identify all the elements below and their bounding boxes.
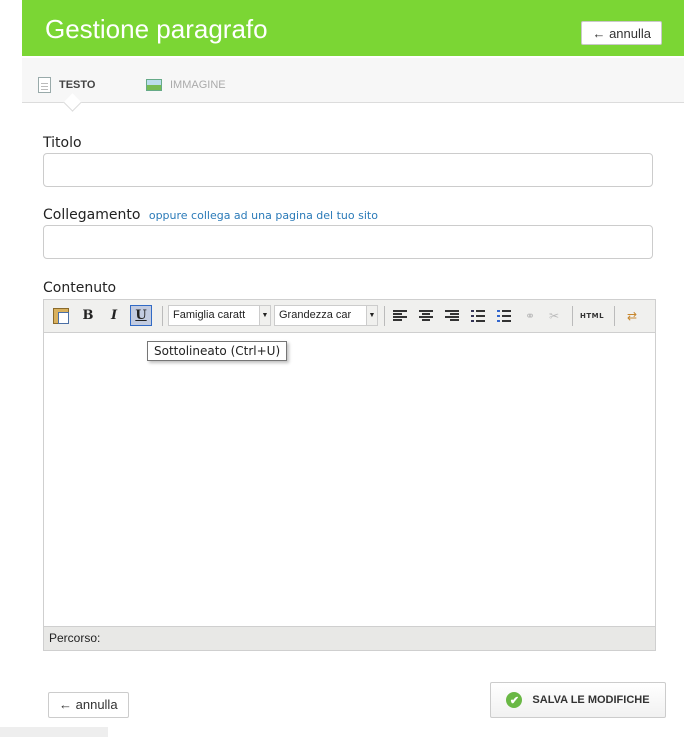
editor-content-area[interactable] bbox=[44, 333, 655, 626]
italic-button[interactable]: I bbox=[104, 305, 124, 326]
check-icon: ✔ bbox=[506, 692, 523, 708]
paste-word-icon bbox=[53, 307, 69, 324]
tab-bar: TESTO IMMAGINE bbox=[22, 58, 684, 112]
chevron-down-icon: ▼ bbox=[259, 306, 270, 325]
numbered-list-button[interactable] bbox=[494, 305, 514, 326]
link-label-row: Collegamento oppure collega ad una pagin… bbox=[43, 207, 378, 223]
cancel-button-top[interactable]: ← annulla bbox=[581, 21, 662, 45]
editor-status-path: Percorso: bbox=[44, 626, 655, 650]
font-family-value: Famiglia caratt bbox=[173, 309, 246, 321]
bullet-list-icon bbox=[471, 309, 485, 322]
link-to-site-page[interactable]: oppure collega ad una pagina del tuo sit… bbox=[149, 209, 378, 222]
insert-link-button[interactable]: ⚭ bbox=[520, 305, 540, 326]
cancel-label: annulla bbox=[609, 26, 651, 41]
tab-testo-label: TESTO bbox=[59, 79, 96, 91]
html-source-button[interactable]: HTML bbox=[577, 305, 607, 326]
arrow-left-icon: ← bbox=[592, 26, 610, 41]
link-input[interactable] bbox=[43, 225, 653, 259]
document-icon bbox=[38, 77, 51, 93]
toolbar-separator bbox=[162, 306, 163, 326]
bold-button[interactable]: B bbox=[78, 305, 98, 326]
active-tab-pointer bbox=[63, 93, 82, 112]
unlink-icon: ✂ bbox=[548, 308, 560, 323]
rich-text-editor: B I U Famiglia caratt ▼ Grandezza car ▼ bbox=[43, 299, 656, 651]
unlink-button[interactable]: ✂ bbox=[544, 305, 564, 326]
cancel-label: annulla bbox=[75, 697, 118, 712]
font-family-select[interactable]: Famiglia caratt ▼ bbox=[168, 305, 271, 326]
tab-immagine[interactable]: IMMAGINE bbox=[146, 75, 226, 95]
font-size-select[interactable]: Grandezza car ▼ bbox=[274, 305, 378, 326]
align-left-button[interactable] bbox=[390, 305, 410, 326]
page-header: Gestione paragrafo ← annulla bbox=[22, 0, 684, 59]
toolbar-separator bbox=[572, 306, 573, 326]
align-center-icon bbox=[419, 310, 433, 321]
underline-button[interactable]: U bbox=[130, 305, 152, 326]
content-label: Contenuto bbox=[43, 280, 117, 296]
bottom-strip bbox=[0, 727, 108, 737]
toolbar-separator bbox=[614, 306, 615, 326]
link-icon: ⚭ bbox=[524, 308, 536, 323]
image-icon bbox=[146, 79, 162, 91]
chevron-down-icon: ▼ bbox=[366, 306, 377, 325]
cleanup-code-icon: ⇄ bbox=[626, 308, 638, 323]
align-left-icon bbox=[393, 310, 407, 321]
title-input[interactable] bbox=[43, 153, 653, 187]
bullet-list-button[interactable] bbox=[468, 305, 488, 326]
editor-toolbar: B I U Famiglia caratt ▼ Grandezza car ▼ bbox=[44, 300, 655, 333]
align-right-icon bbox=[445, 310, 459, 321]
toolbar-separator bbox=[384, 306, 385, 326]
save-changes-button[interactable]: ✔ SALVA LE MODIFICHE bbox=[490, 682, 666, 718]
cancel-button-bottom[interactable]: ← annulla bbox=[48, 692, 129, 718]
font-size-value: Grandezza car bbox=[279, 309, 352, 321]
page-title: Gestione paragrafo bbox=[45, 14, 268, 44]
link-label: Collegamento bbox=[43, 207, 141, 223]
save-label: SALVA LE MODIFICHE bbox=[532, 694, 650, 706]
align-center-button[interactable] bbox=[416, 305, 436, 326]
paste-word-button[interactable] bbox=[50, 305, 72, 326]
align-right-button[interactable] bbox=[442, 305, 462, 326]
arrow-left-icon: ← bbox=[59, 697, 76, 712]
cleanup-code-button[interactable]: ⇄ bbox=[620, 305, 644, 326]
tab-immagine-label: IMMAGINE bbox=[170, 79, 226, 91]
numbered-list-icon bbox=[497, 309, 511, 322]
tab-testo[interactable]: TESTO bbox=[38, 75, 95, 95]
title-label: Titolo bbox=[43, 135, 82, 151]
